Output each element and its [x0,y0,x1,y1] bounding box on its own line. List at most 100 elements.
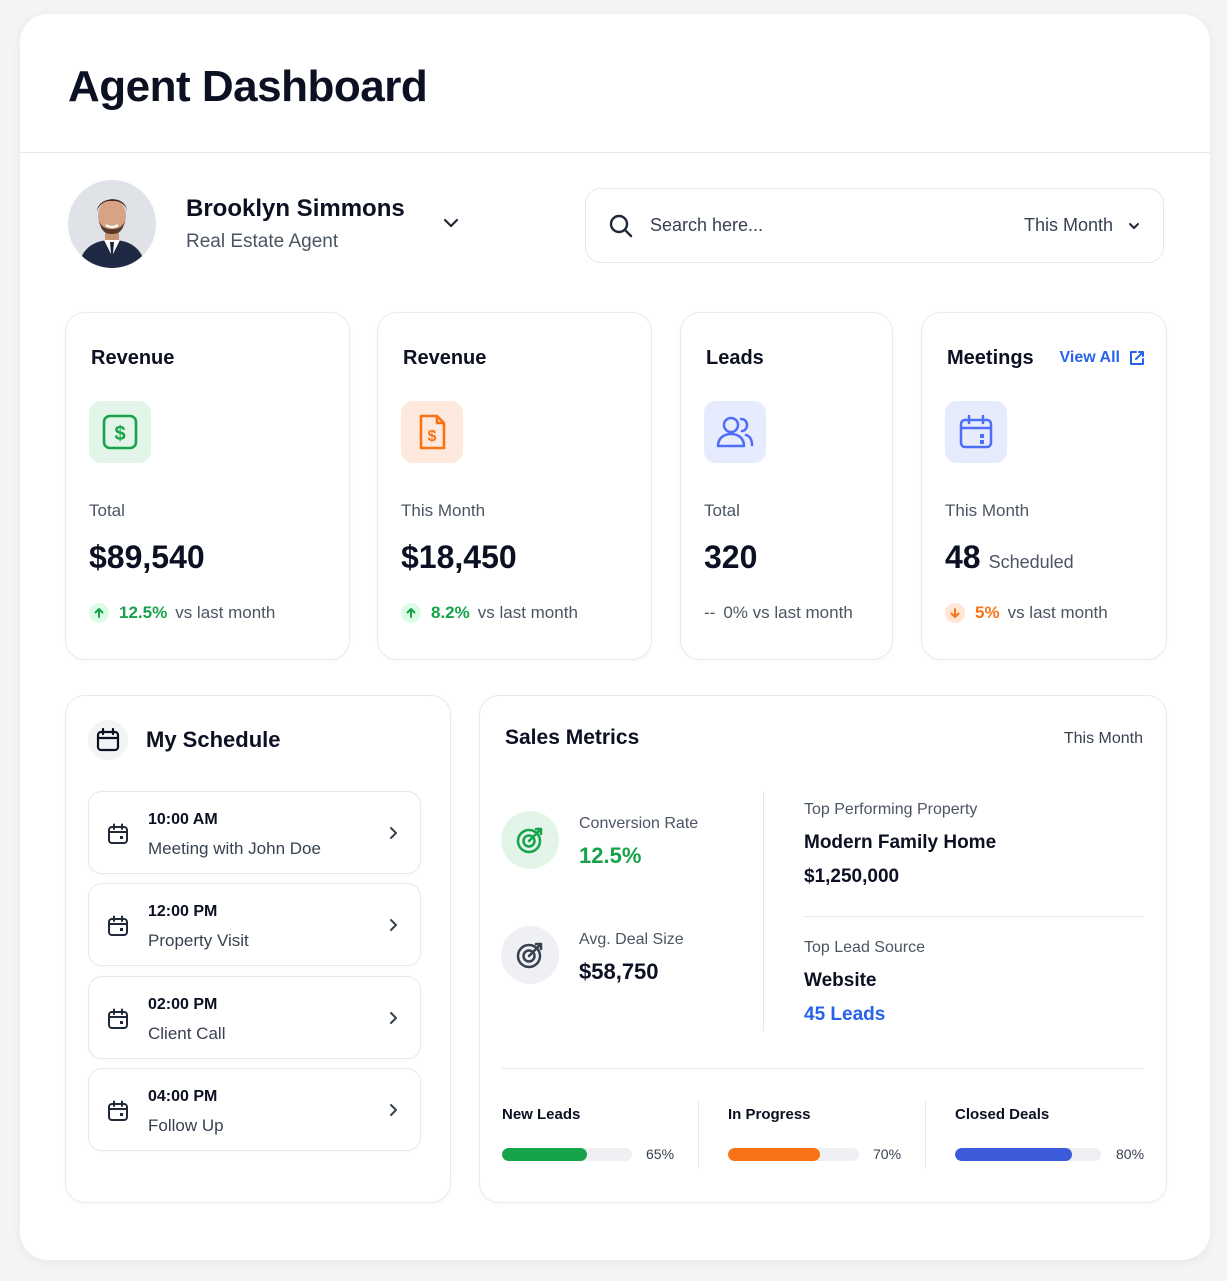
search-input[interactable] [650,215,1024,236]
target-icon [501,811,559,869]
arrow-up-icon [89,603,109,623]
schedule-label: Follow Up [148,1116,224,1135]
view-all-label: View All [1059,349,1120,366]
top-lead-source-count[interactable]: 45 Leads [804,1004,885,1026]
top-lead-source-label: Top Lead Source [804,939,925,956]
calendar-icon [108,1100,128,1121]
avg-deal-size-value: $58,750 [579,959,659,984]
trend-text: vs last month [175,603,276,622]
trend-text: vs last month [477,603,578,622]
top-property-price: $1,250,000 [804,866,900,887]
divider [698,1101,699,1169]
chevron-right-icon [390,1012,397,1024]
chevron-down-icon [1129,222,1139,229]
card-title: Meetings [947,347,1034,369]
svg-text:$: $ [428,428,437,445]
trend-indicator: -- 0% vs last month [704,603,853,623]
top-lead-source-name: Website [804,970,877,991]
arrow-up-icon [401,603,421,623]
sales-metrics-period[interactable]: This Month [1064,730,1143,748]
period-select[interactable]: This Month [1024,215,1141,236]
schedule-time: 10:00 AM [148,811,218,828]
progress-label: Closed Deals [955,1106,1050,1123]
progress-percent: 80% [1116,1146,1145,1162]
card-title: Leads [706,347,764,369]
trend-percent: 12.5% [119,603,168,622]
external-link-icon [1130,351,1144,365]
schedule-time: 12:00 PM [148,903,218,920]
profile-name: Brooklyn Simmons [186,195,405,222]
users-icon [704,401,766,463]
card-sublabel: This Month [945,501,1030,520]
calendar-icon [108,915,128,936]
trend-percent: 5% [975,603,1000,622]
progress-percent: 70% [873,1146,902,1162]
progress-percent: 65% [646,1146,675,1162]
avatar [68,180,156,268]
divider [925,1101,926,1169]
schedule-time: 02:00 PM [148,996,218,1013]
trend-text: vs last month [1007,603,1108,622]
card-sublabel: This Month [401,501,486,520]
divider [763,791,764,1031]
schedule-card: My Schedule 10:00 AM Meeting with John D… [65,695,451,1203]
progress-label: In Progress [728,1106,811,1123]
calendar-icon [945,401,1007,463]
trend-percent: -- [704,603,716,622]
stat-card-total-revenue: Revenue $ Total $89,540 12.5% vs last mo… [65,312,350,660]
target-icon [501,926,559,984]
trend-indicator: 8.2% vs last month [401,603,578,623]
dashboard-frame: Agent Dashboard Brooklyn Simmons Real Es… [20,14,1210,1260]
header-divider [20,152,1210,153]
card-value: 48 [945,539,981,575]
profile-menu[interactable]: Brooklyn Simmons Real Estate Agent [68,180,459,268]
search-icon [609,214,633,237]
top-property-label: Top Performing Property [804,801,978,818]
conversion-rate-value: 12.5% [579,843,642,868]
trend-percent: 8.2% [431,603,470,622]
chevron-down-icon[interactable] [440,212,462,234]
progress-fill [502,1148,587,1161]
progress-track [502,1148,632,1161]
card-sublabel: Total [89,501,125,520]
card-value: $18,450 [401,539,517,575]
schedule-item[interactable]: 02:00 PM Client Call [88,976,421,1059]
trend-indicator: 12.5% vs last month [89,603,275,623]
progress-label: New Leads [502,1106,581,1123]
top-property-name: Modern Family Home [804,832,997,853]
calendar-icon [108,1008,128,1029]
avg-deal-size-label: Avg. Deal Size [579,931,684,948]
progress-track [955,1148,1101,1161]
search-bar: This Month [585,188,1164,263]
dollar-document-icon: $ [401,401,463,463]
schedule-header: My Schedule [88,720,280,760]
card-value: $89,540 [89,539,205,575]
card-sublabel: Total [704,501,740,520]
stat-card-meetings: Meetings View All This Month 48 Scheduled [921,312,1167,660]
divider [804,916,1144,917]
schedule-item[interactable]: 04:00 PM Follow Up [88,1068,421,1151]
card-value-group: 48 Scheduled [945,539,1074,576]
schedule-item[interactable]: 10:00 AM Meeting with John Doe [88,791,421,874]
sales-metrics-title: Sales Metrics [505,726,640,749]
progress-fill [955,1148,1072,1161]
schedule-label: Property Visit [148,931,249,950]
schedule-item[interactable]: 12:00 PM Property Visit [88,883,421,966]
stat-card-monthly-revenue: Revenue $ This Month $18,450 8.2% vs las… [377,312,652,660]
card-title: Revenue [91,347,175,369]
profile-role: Real Estate Agent [186,231,339,252]
chevron-right-icon [390,827,397,839]
chevron-right-icon [390,1104,397,1116]
schedule-time: 04:00 PM [148,1088,218,1105]
schedule-label: Meeting with John Doe [148,839,321,858]
card-title: Revenue [403,347,487,369]
sales-metrics-card: Sales Metrics This Month Conversion Rate… [479,695,1167,1203]
trend-text: 0% vs last month [723,603,853,622]
progress-fill [728,1148,820,1161]
arrow-down-icon [945,603,965,623]
conversion-rate-label: Conversion Rate [579,815,699,832]
view-all-link[interactable]: View All [1060,349,1146,367]
card-value-suffix: Scheduled [988,552,1074,572]
period-select-label: This Month [1023,215,1113,235]
page-title: Agent Dashboard [68,62,428,111]
